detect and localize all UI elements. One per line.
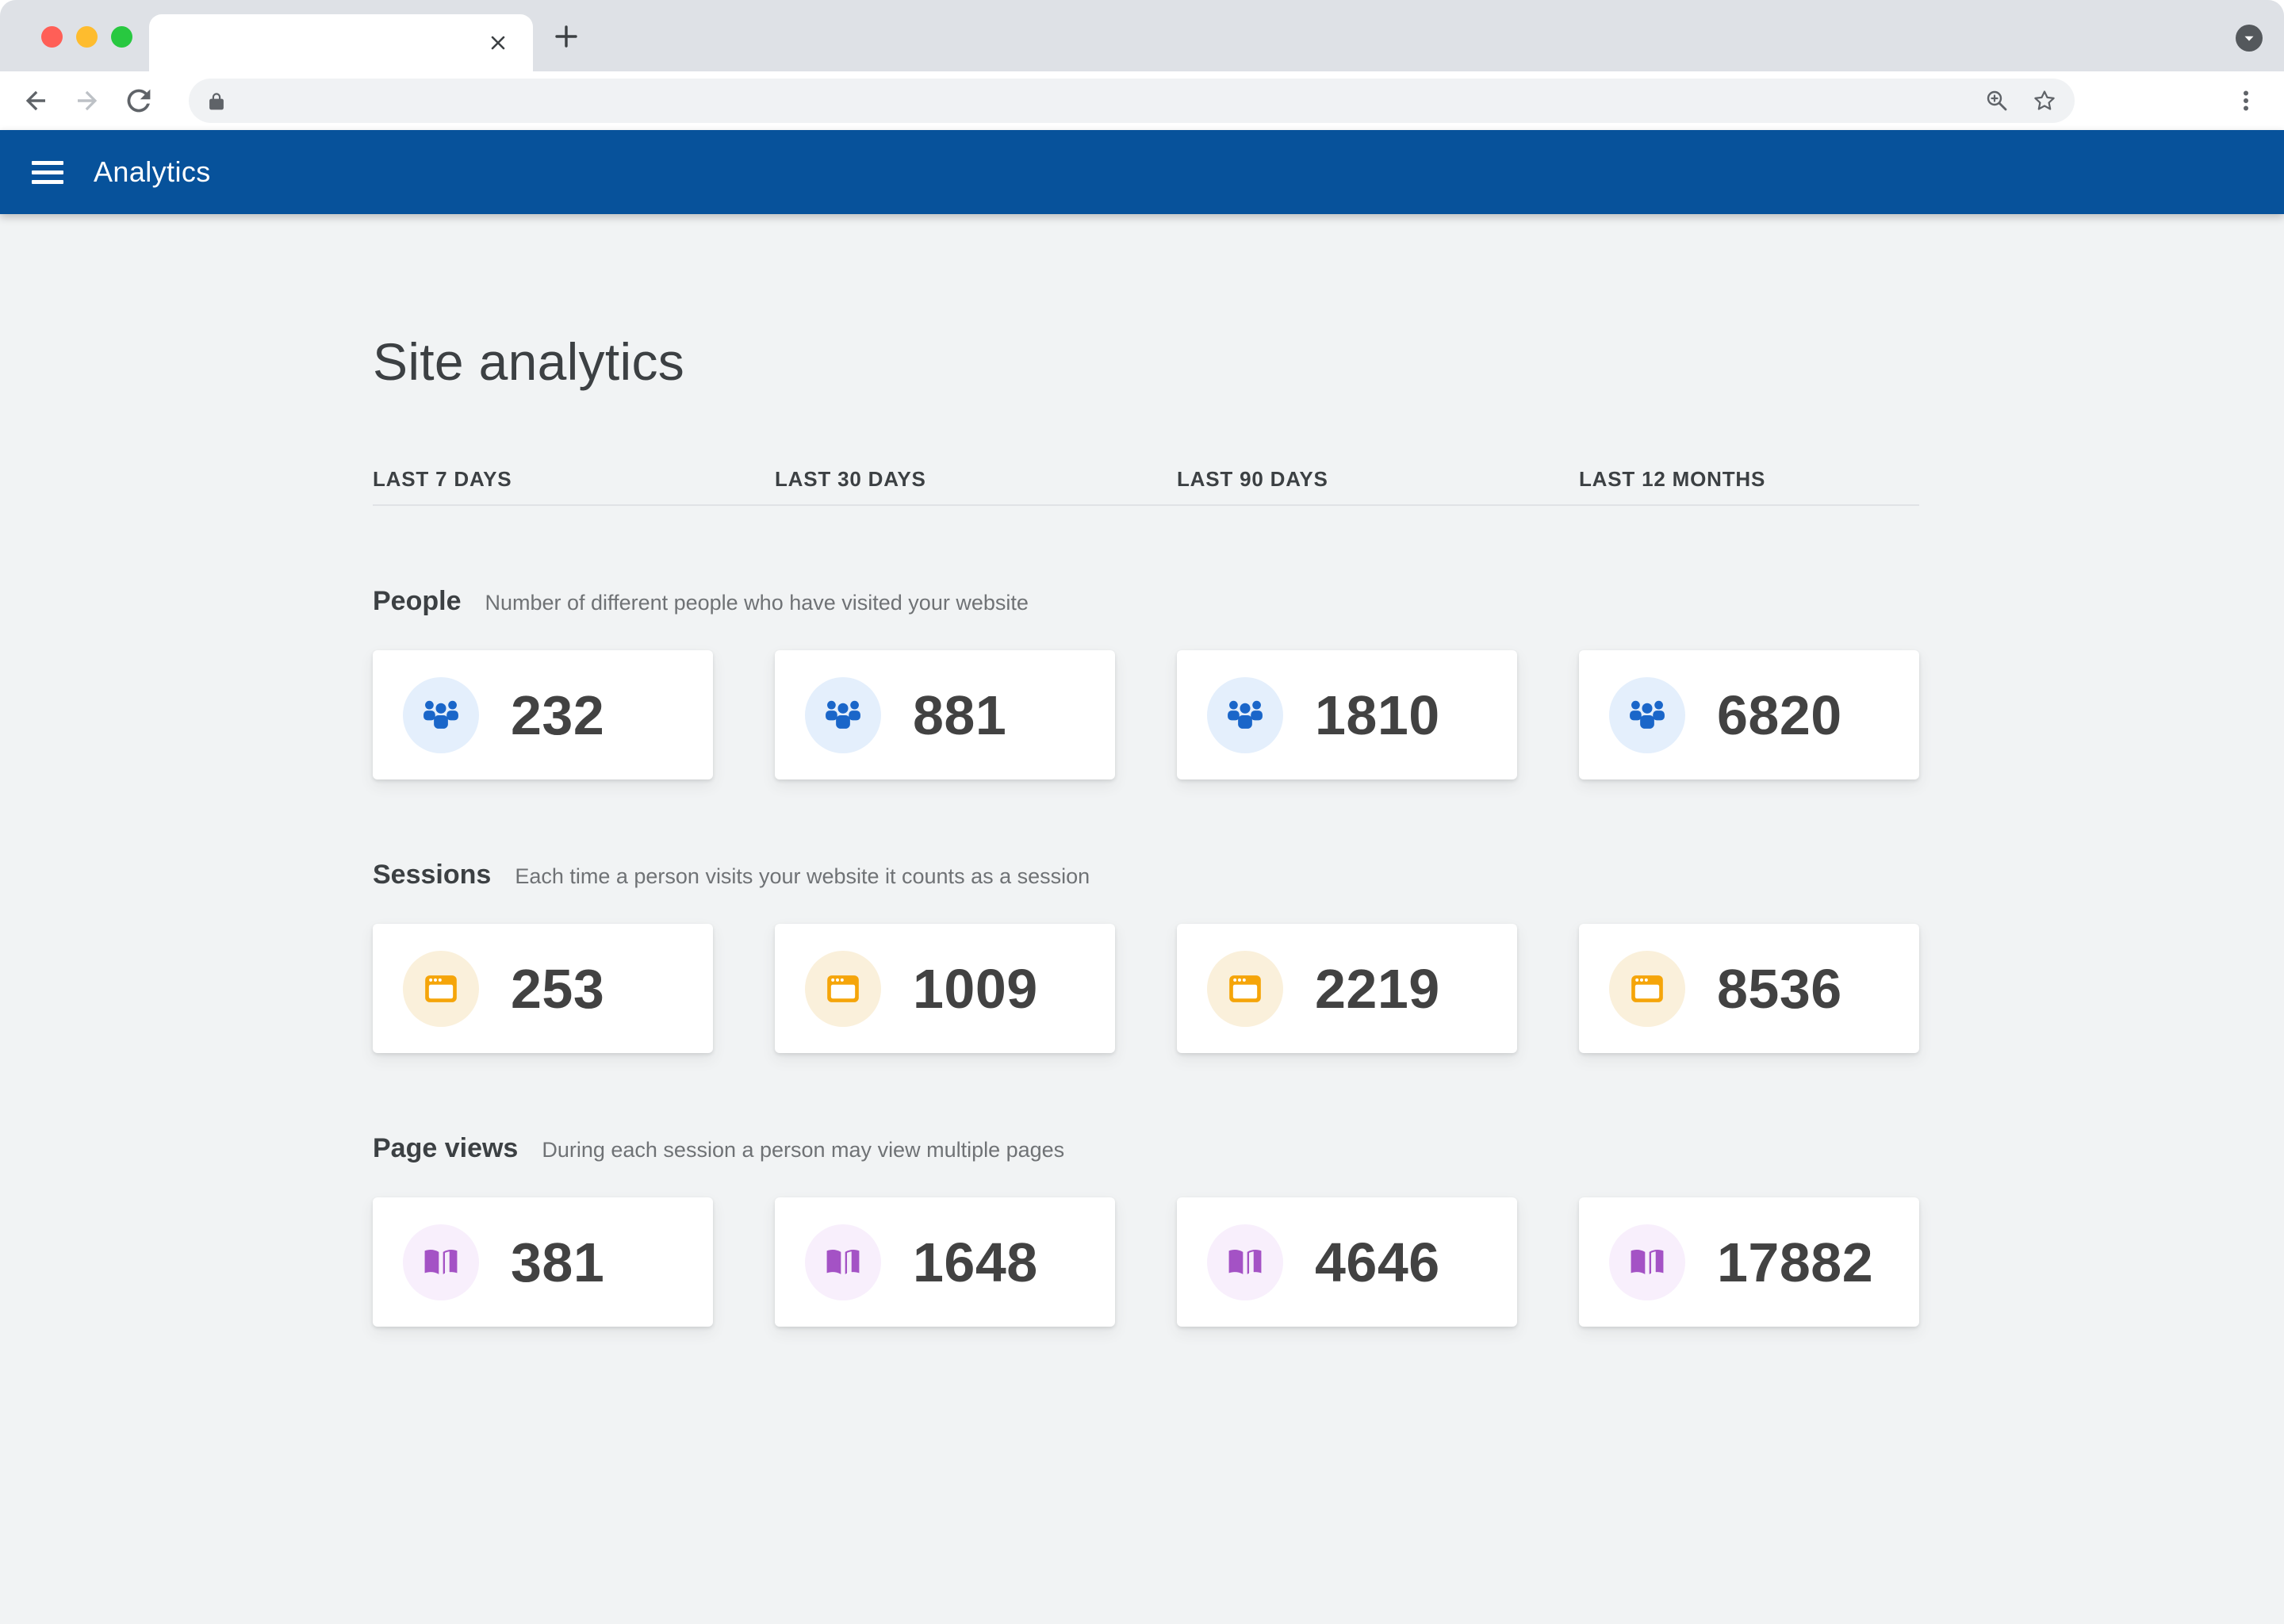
icon-badge	[1609, 1224, 1685, 1300]
people-cards-row: 232 881	[373, 650, 1919, 779]
section-title: Page views	[373, 1132, 518, 1164]
close-icon[interactable]	[487, 32, 509, 54]
open-book-icon	[821, 1240, 865, 1285]
metric-value: 1648	[913, 1231, 1038, 1294]
metric-value: 17882	[1717, 1231, 1873, 1294]
metric-value: 381	[511, 1231, 604, 1294]
chevron-down-icon	[2240, 29, 2258, 47]
sessions-cards-row: 253 1009	[373, 924, 1919, 1053]
page-title: Site analytics	[373, 214, 2284, 392]
metric-card: 4646	[1177, 1197, 1517, 1327]
people-icon	[419, 693, 463, 737]
page-views-cards-row: 381 1648	[373, 1197, 1919, 1327]
browser-window: Analytics Site analytics LAST 7 DAYS LAS…	[0, 0, 2284, 1624]
section-header-sessions: Sessions Each time a person visits your …	[373, 859, 2284, 892]
app-bar: Analytics	[0, 130, 2284, 214]
icon-badge	[403, 677, 479, 753]
browser-toolbar	[0, 71, 2284, 130]
metric-card: 253	[373, 924, 713, 1053]
metric-card: 6820	[1579, 650, 1919, 779]
icon-badge	[805, 951, 881, 1027]
metric-value: 6820	[1717, 684, 1842, 747]
icon-badge	[805, 677, 881, 753]
people-icon	[821, 693, 865, 737]
people-icon	[1625, 693, 1669, 737]
browser-window-icon	[1223, 967, 1267, 1011]
close-window-button[interactable]	[41, 26, 63, 48]
page-content: Site analytics LAST 7 DAYS LAST 30 DAYS …	[0, 214, 2284, 1624]
section-header-people: People Number of different people who ha…	[373, 585, 2284, 619]
lock-icon	[206, 90, 227, 111]
metric-value: 881	[913, 684, 1006, 747]
tab-search-button[interactable]	[2236, 25, 2263, 52]
browser-window-icon	[821, 967, 865, 1011]
new-tab-button[interactable]	[550, 21, 582, 52]
browser-window-icon	[419, 967, 463, 1011]
metric-card: 232	[373, 650, 713, 779]
open-book-icon	[1625, 1240, 1669, 1285]
metric-card: 881	[775, 650, 1115, 779]
section-title: Sessions	[373, 859, 491, 891]
metric-value: 8536	[1717, 957, 1842, 1021]
section-description: Each time a person visits your website i…	[515, 860, 1090, 892]
people-icon	[1223, 693, 1267, 737]
reload-icon[interactable]	[125, 86, 153, 115]
icon-badge	[403, 1224, 479, 1300]
section-title: People	[373, 585, 461, 617]
icon-badge	[1207, 1224, 1283, 1300]
metric-value: 1009	[913, 957, 1038, 1021]
metric-card: 1810	[1177, 650, 1517, 779]
metric-card: 17882	[1579, 1197, 1919, 1327]
metric-value: 2219	[1315, 957, 1440, 1021]
forward-arrow-icon[interactable]	[73, 86, 102, 115]
metric-card: 1648	[775, 1197, 1115, 1327]
period-columns-header: LAST 7 DAYS LAST 30 DAYS LAST 90 DAYS LA…	[373, 466, 1919, 492]
open-book-icon	[1223, 1240, 1267, 1285]
zoom-in-icon[interactable]	[1984, 88, 2010, 113]
browser-window-icon	[1625, 967, 1669, 1011]
minimize-window-button[interactable]	[76, 26, 98, 48]
metric-card: 8536	[1579, 924, 1919, 1053]
section-description: During each session a person may view mu…	[542, 1134, 1064, 1166]
browser-tab[interactable]	[149, 14, 533, 71]
icon-badge	[1609, 677, 1685, 753]
icon-badge	[1207, 951, 1283, 1027]
star-icon[interactable]	[2032, 88, 2057, 113]
window-controls	[41, 26, 132, 48]
icon-badge	[1207, 677, 1283, 753]
address-bar[interactable]	[189, 79, 2075, 123]
kebab-menu-icon[interactable]	[2232, 86, 2260, 115]
tab-strip	[0, 0, 2284, 71]
column-header-last-12-months: LAST 12 MONTHS	[1579, 466, 1919, 492]
column-header-last-90-days: LAST 90 DAYS	[1177, 466, 1517, 492]
zoom-window-button[interactable]	[111, 26, 132, 48]
column-header-last-30-days: LAST 30 DAYS	[775, 466, 1115, 492]
header-divider	[373, 504, 1919, 506]
back-arrow-icon[interactable]	[21, 86, 50, 115]
metric-value: 232	[511, 684, 604, 747]
metric-value: 253	[511, 957, 604, 1021]
metric-card: 2219	[1177, 924, 1517, 1053]
metric-value: 1810	[1315, 684, 1440, 747]
icon-badge	[1609, 951, 1685, 1027]
icon-badge	[403, 951, 479, 1027]
app-title: Analytics	[94, 155, 211, 189]
metric-value: 4646	[1315, 1231, 1440, 1294]
icon-badge	[805, 1224, 881, 1300]
section-description: Number of different people who have visi…	[485, 587, 1028, 619]
metric-card: 381	[373, 1197, 713, 1327]
open-book-icon	[419, 1240, 463, 1285]
section-header-page-views: Page views During each session a person …	[373, 1132, 2284, 1166]
metric-card: 1009	[775, 924, 1115, 1053]
hamburger-menu-icon[interactable]	[32, 161, 63, 184]
column-header-last-7-days: LAST 7 DAYS	[373, 466, 713, 492]
plus-icon	[550, 21, 582, 52]
